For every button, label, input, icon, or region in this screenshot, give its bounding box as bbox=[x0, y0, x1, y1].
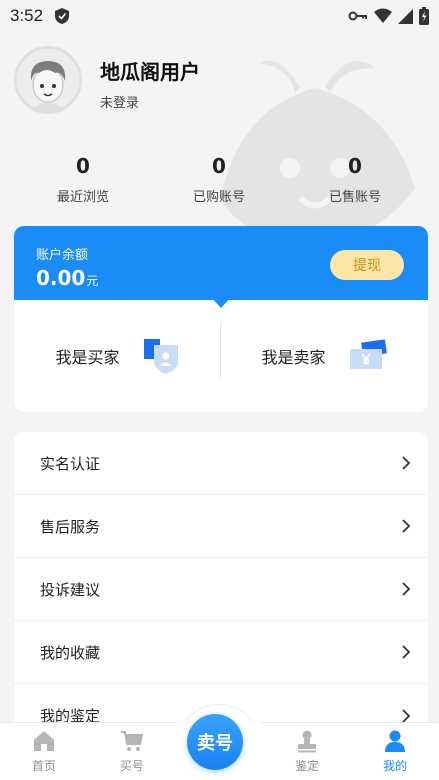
user-icon bbox=[385, 730, 406, 752]
menu-label: 投诉建议 bbox=[40, 580, 101, 599]
status-bar: 3:52 bbox=[0, 0, 439, 32]
menu-item-after-sales[interactable]: 售后服务 bbox=[14, 495, 428, 558]
username[interactable]: 地瓜阁用户 bbox=[100, 56, 200, 85]
signal-icon bbox=[398, 8, 413, 24]
key-icon bbox=[348, 11, 367, 21]
withdraw-button[interactable]: 提现 bbox=[330, 250, 404, 280]
nav-label: 买号 bbox=[119, 759, 144, 773]
menu-item-favorites[interactable]: 我的收藏 bbox=[14, 621, 428, 684]
menu-item-real-name-verification[interactable]: 实名认证 bbox=[14, 432, 428, 495]
nav-home[interactable]: 首页 bbox=[0, 723, 88, 780]
balance-panel: 账户余额 0.00元 提现 bbox=[14, 226, 428, 308]
stats-row: 0 最近浏览 0 已购账号 0 已售账号 bbox=[0, 154, 439, 205]
nav-label: 鉴定 bbox=[295, 759, 320, 773]
nav-buy[interactable]: 买号 bbox=[88, 723, 176, 780]
role-divider bbox=[220, 322, 221, 378]
menu-label: 实名认证 bbox=[40, 454, 101, 473]
menu-item-complaints[interactable]: 投诉建议 bbox=[14, 558, 428, 621]
login-status[interactable]: 未登录 bbox=[100, 92, 139, 111]
buyer-entry[interactable]: 我是买家 bbox=[14, 300, 221, 412]
balance-label: 账户余额 bbox=[36, 248, 89, 263]
stat-value: 0 bbox=[76, 154, 90, 178]
chevron-right-icon bbox=[402, 456, 411, 470]
nav-label: 首页 bbox=[31, 759, 56, 773]
home-icon bbox=[33, 731, 54, 751]
menu-label: 售后服务 bbox=[40, 517, 101, 536]
wallet-card: 账户余额 0.00元 提现 我是买家 我是卖家 bbox=[14, 226, 428, 412]
wifi-icon bbox=[374, 8, 392, 23]
stat-label: 已购账号 bbox=[192, 190, 245, 205]
shield-status-icon bbox=[55, 8, 70, 24]
stat-value: 0 bbox=[348, 154, 362, 178]
seller-ticket-icon bbox=[349, 339, 387, 369]
chevron-right-icon bbox=[402, 708, 411, 723]
nav-label: 我的 bbox=[383, 759, 408, 773]
seller-entry[interactable]: 我是卖家 bbox=[221, 300, 428, 412]
stat-value: 0 bbox=[212, 154, 226, 178]
mascot-watermark-icon bbox=[220, 60, 415, 243]
nav-mine[interactable]: 我的 bbox=[351, 723, 439, 780]
default-avatar-icon bbox=[17, 49, 79, 111]
status-time: 3:52 bbox=[10, 6, 44, 25]
chevron-right-icon bbox=[402, 645, 411, 659]
cart-icon bbox=[120, 731, 143, 751]
stat-sold-accounts[interactable]: 0 已售账号 bbox=[282, 154, 428, 205]
menu-label: 我的收藏 bbox=[40, 643, 101, 662]
stat-label: 最近浏览 bbox=[56, 190, 109, 205]
nav-appraise[interactable]: 鉴定 bbox=[263, 723, 351, 780]
stat-recent-views[interactable]: 0 最近浏览 bbox=[10, 154, 156, 205]
balance-amount: 0.00 bbox=[36, 266, 86, 290]
avatar[interactable] bbox=[14, 46, 82, 114]
stamp-icon bbox=[298, 730, 317, 753]
stat-label: 已售账号 bbox=[328, 190, 381, 205]
buyer-label: 我是买家 bbox=[55, 348, 120, 367]
seller-label: 我是卖家 bbox=[261, 348, 326, 367]
balance-unit: 元 bbox=[86, 274, 99, 288]
stat-purchased-accounts[interactable]: 0 已购账号 bbox=[146, 154, 292, 205]
battery-icon bbox=[419, 7, 429, 25]
chevron-right-icon bbox=[402, 582, 411, 596]
sell-fab-button[interactable]: 卖号 bbox=[187, 714, 243, 770]
buyer-shield-icon bbox=[143, 339, 178, 374]
chevron-right-icon bbox=[402, 519, 411, 533]
